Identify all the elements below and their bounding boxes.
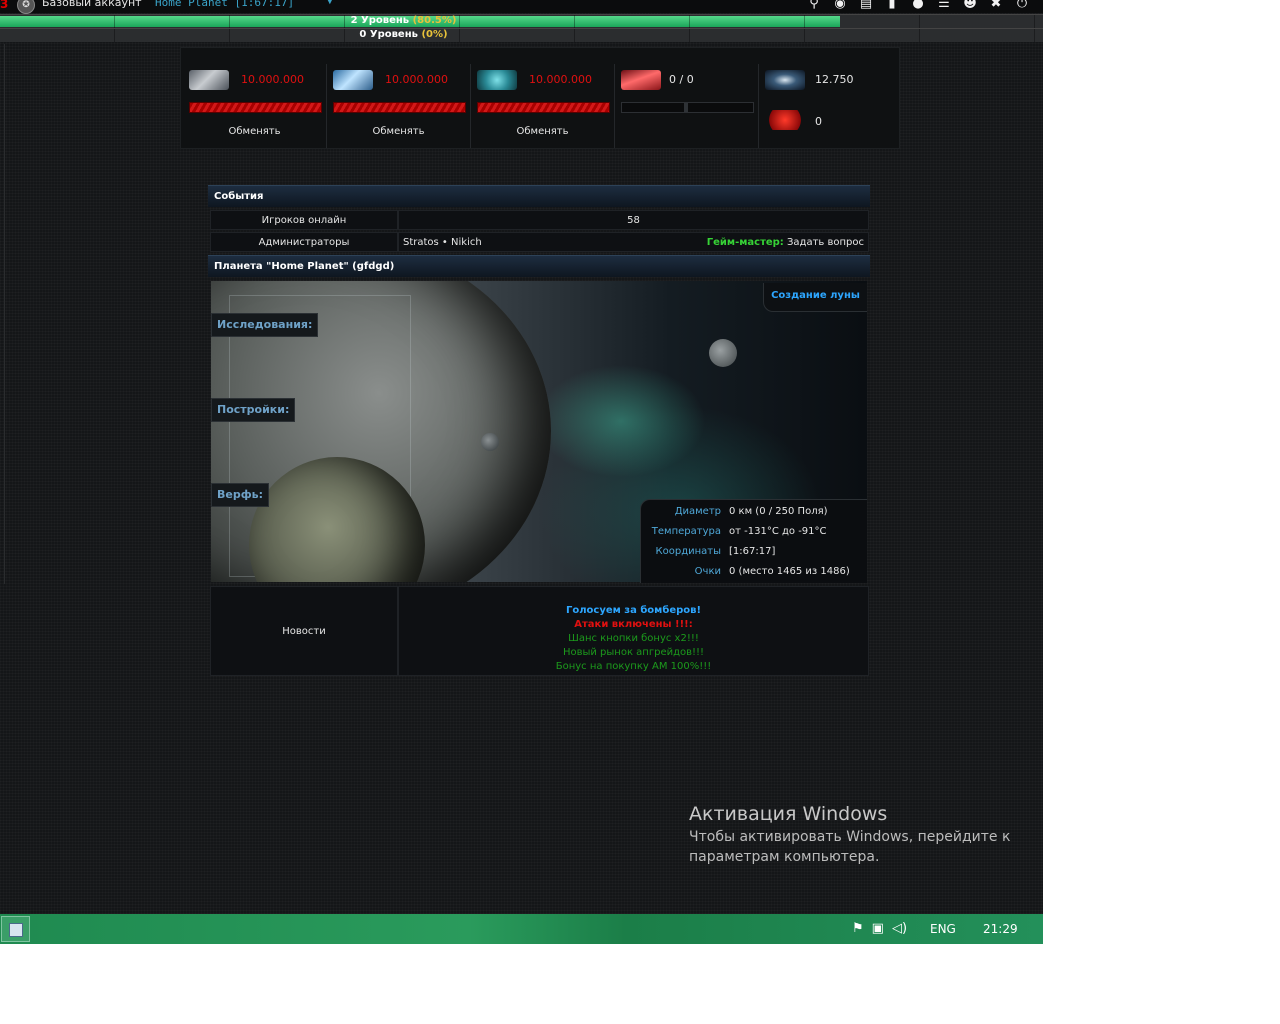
news-item[interactable]: Голосуем за бомберов! xyxy=(399,604,868,618)
language-indicator[interactable]: ENG xyxy=(930,922,956,936)
red-matter-icon xyxy=(765,110,805,130)
notes-icon[interactable]: ☰ xyxy=(934,0,954,12)
power-icon[interactable]: ⏻ xyxy=(1012,0,1032,12)
level-progress-bar: 2 Уровень (80.5%) xyxy=(0,14,1043,28)
points-row: Очки 0 (место 1465 из 1486) xyxy=(694,566,850,577)
network-icon[interactable]: ▣ xyxy=(872,921,884,936)
game-master: Гейм-мастер: Задать вопрос xyxy=(707,233,864,253)
friends-icon[interactable]: ☻ xyxy=(960,0,980,12)
chevron-down-icon[interactable]: ▼ xyxy=(326,0,334,6)
ask-question-link[interactable]: Задать вопрос xyxy=(787,237,864,248)
taskbar-app-button[interactable] xyxy=(1,916,30,942)
tools-icon[interactable]: ✖ xyxy=(986,0,1006,12)
compass-icon[interactable]: ◉ xyxy=(830,0,850,12)
game-window: 3 ✪ Базовый аккаунт Home Planet [1:67:17… xyxy=(0,0,1043,944)
deuterium-icon xyxy=(477,70,517,90)
windows-activation-notice: Активация Windows Чтобы активировать Win… xyxy=(689,803,1010,867)
metal-storage-bar xyxy=(189,102,322,113)
chat-icon[interactable]: ● xyxy=(908,0,928,12)
bookmark-icon[interactable]: ▮ xyxy=(882,0,902,12)
volume-icon[interactable]: ◁) xyxy=(892,921,907,936)
deuterium-trade-link[interactable]: Обменять xyxy=(471,126,614,137)
online-value: 58 xyxy=(398,210,869,230)
online-label: Игроков онлайн xyxy=(210,210,398,230)
gm-label: Гейм-мастер: xyxy=(706,237,784,248)
activation-line-1: Чтобы активировать Windows, перейдите к xyxy=(689,829,1011,845)
window-icon xyxy=(9,923,23,937)
crystal-storage-bar xyxy=(333,102,466,113)
system-tray: ⚑ ▣ ◁) xyxy=(852,921,907,936)
crystal-amount: 10.000.000 xyxy=(385,73,448,86)
dark-matter-amount: 12.750 xyxy=(815,73,854,86)
flag-icon[interactable]: ⚑ xyxy=(852,921,864,936)
deuterium-storage-bar xyxy=(477,102,610,113)
clock[interactable]: 21:29 xyxy=(983,922,1018,936)
diameter-row: Диаметр 0 км (0 / 250 Поля) xyxy=(674,506,828,517)
news-item: Новый рынок апгрейдов!!! xyxy=(562,647,705,658)
planet-selector[interactable]: Home Planet [1:67:17] xyxy=(155,0,294,9)
news-label: Новости xyxy=(210,586,398,676)
deuterium-amount: 10.000.000 xyxy=(529,73,592,86)
level-progress-text: 2 Уровень (80.5%) xyxy=(350,15,457,26)
red-matter-amount: 0 xyxy=(815,115,822,128)
create-moon-button[interactable]: Создание луны xyxy=(763,283,867,312)
resource-energy: 0 / 0 xyxy=(615,64,759,148)
left-edge xyxy=(0,44,5,584)
top-bar: 3 ✪ Базовый аккаунт Home Planet [1:67:17… xyxy=(0,0,1043,14)
coordinates-row: Координаты [1:67:17] xyxy=(655,546,776,557)
news-list: Голосуем за бомберов! Атаки включены !!!… xyxy=(398,586,869,676)
resource-deuterium: 10.000.000 Обменять xyxy=(471,64,615,148)
resource-metal: 10.000.000 Обменять xyxy=(183,64,327,148)
events-header: События xyxy=(208,185,870,207)
admins-value[interactable]: Stratos • Nikich xyxy=(403,237,482,248)
planet-header: Планета "Home Planet" (gfdgd) xyxy=(208,255,870,277)
activation-line-2: параметрам компьютера. xyxy=(689,849,880,865)
metal-amount: 10.000.000 xyxy=(241,73,304,86)
energy-icon xyxy=(621,70,661,90)
research-icon[interactable]: ▤ xyxy=(856,0,876,12)
secondary-level-bar: 0 Уровень (0%) xyxy=(0,28,1043,42)
top-icons: ⚲ ◉ ▤ ▮ ● ☰ ☻ ✖ ⏻ xyxy=(804,0,1032,12)
dark-matter-icon xyxy=(765,70,805,90)
online-row: Игроков онлайн 58 xyxy=(208,210,870,231)
crystal-icon xyxy=(333,70,373,90)
buildings-link[interactable]: Постройки: xyxy=(211,398,296,422)
secondary-level-text: 0 Уровень (0%) xyxy=(359,29,448,40)
activation-title: Активация Windows xyxy=(689,803,888,825)
shipyard-link[interactable]: Верфь: xyxy=(211,483,269,507)
news-item: Бонус на покупку АМ 100%!!! xyxy=(555,661,712,672)
admins-row: Администраторы Stratos • Nikich Гейм-мас… xyxy=(208,232,870,253)
account-badge-icon[interactable]: ✪ xyxy=(17,0,35,14)
metal-trade-link[interactable]: Обменять xyxy=(183,126,326,137)
energy-bar xyxy=(621,102,754,113)
temperature-row: Температура от -131°C до -91°C xyxy=(651,526,827,537)
news-item: Шанс кнопки бонус х2!!! xyxy=(568,633,699,644)
admins-label: Администраторы xyxy=(210,232,398,252)
search-icon[interactable]: ⚲ xyxy=(804,0,824,12)
planet-info: Диаметр 0 км (0 / 250 Поля) Температура от… xyxy=(640,499,867,583)
news-section: Новости Голосуем за бомберов! Атаки вклю… xyxy=(208,586,870,676)
alert-mark: 3 xyxy=(0,0,9,11)
research-link[interactable]: Исследования: xyxy=(211,313,319,337)
crystal-trade-link[interactable]: Обменять xyxy=(327,126,470,137)
resource-dark-matter: 12.750 0 xyxy=(759,64,899,148)
resource-crystal: 10.000.000 Обменять xyxy=(327,64,471,148)
news-item: Атаки включены !!!: xyxy=(574,619,693,630)
admins-cell: Stratos • Nikich Гейм-мастер: Задать воп… xyxy=(398,232,869,252)
resources-panel: 10.000.000 Обменять 10.000.000 Обменять … xyxy=(180,47,900,149)
energy-amount: 0 / 0 xyxy=(669,73,694,86)
account-type[interactable]: Базовый аккаунт xyxy=(42,0,142,9)
taskbar: ⚑ ▣ ◁) ENG 21:29 xyxy=(0,914,1043,944)
metal-icon xyxy=(189,70,229,90)
